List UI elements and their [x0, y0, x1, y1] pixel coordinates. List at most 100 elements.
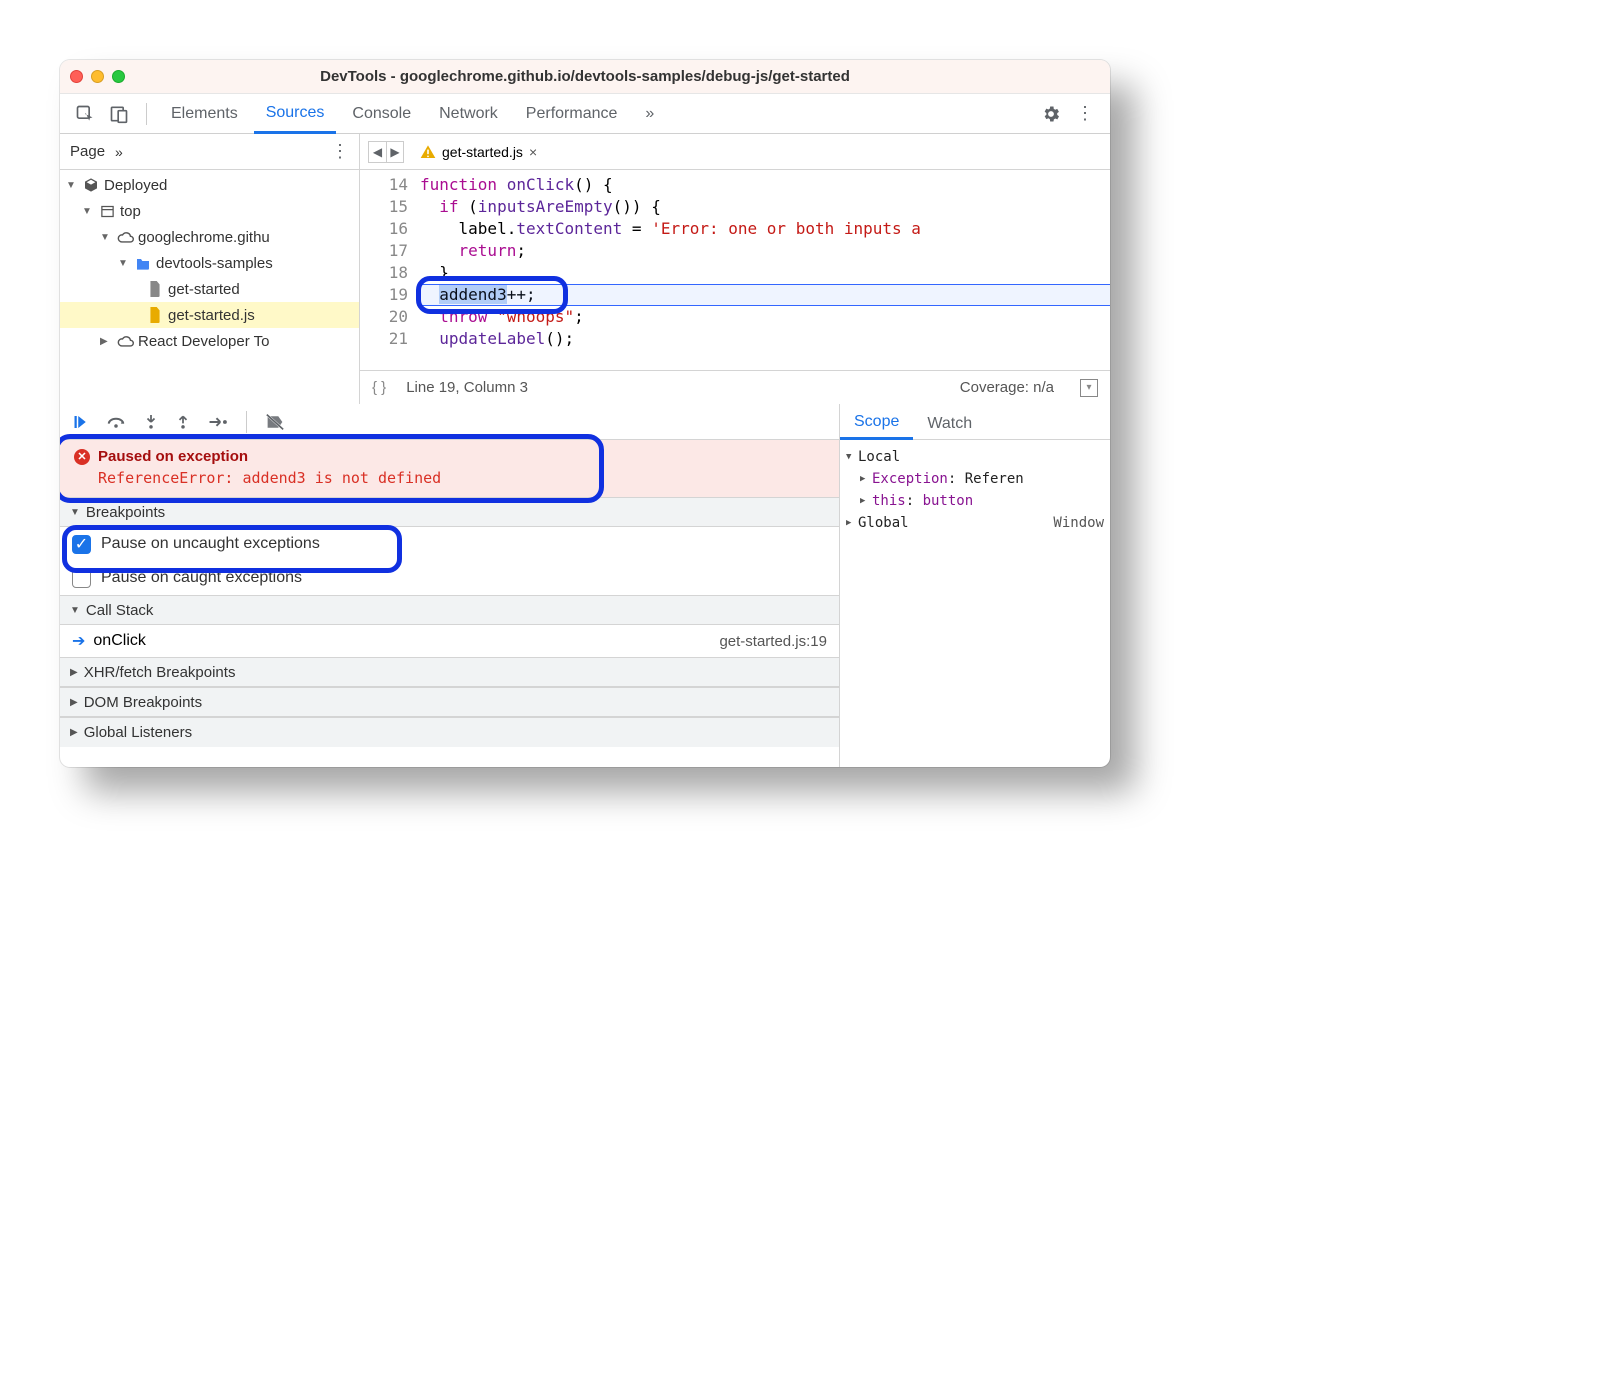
cursor-position-label: Line 19, Column 3	[406, 379, 528, 396]
coverage-toggle-icon[interactable]: ▾	[1080, 379, 1098, 397]
section-label: Global Listeners	[84, 724, 192, 741]
triangle-down-icon: ▼	[100, 232, 112, 243]
step-button[interactable]	[208, 415, 228, 429]
line-gutter: 14 15 16 17 18 19 20 21	[360, 170, 420, 370]
scope-tabs: Scope Watch	[840, 404, 1110, 440]
file-tab-label: get-started.js	[442, 144, 523, 160]
cube-icon	[82, 177, 100, 193]
navigator-more-icon[interactable]: ⋮	[331, 141, 349, 162]
tabs-overflow-button[interactable]: »	[633, 94, 666, 134]
section-call-stack[interactable]: ▼ Call Stack	[60, 595, 839, 625]
section-dom-breakpoints[interactable]: ▶ DOM Breakpoints	[60, 687, 839, 717]
device-toolbar-icon[interactable]	[104, 99, 134, 129]
tab-performance[interactable]: Performance	[514, 94, 630, 134]
line-number: 15	[360, 196, 408, 218]
section-xhr-breakpoints[interactable]: ▶ XHR/fetch Breakpoints	[60, 657, 839, 687]
triangle-down-icon: ▼	[82, 206, 94, 217]
triangle-right-icon: ▶	[70, 667, 78, 678]
tab-network[interactable]: Network	[427, 94, 510, 134]
section-global-listeners[interactable]: ▶ Global Listeners	[60, 717, 839, 747]
tree-node-file-js[interactable]: get-started.js	[60, 302, 359, 328]
triangle-right-icon: ▶	[70, 727, 78, 738]
more-options-icon[interactable]: ⋮	[1070, 99, 1100, 129]
nav-forward-button[interactable]: ▶	[386, 141, 404, 163]
tab-scope[interactable]: Scope	[840, 413, 913, 440]
scope-global-header[interactable]: ▶ Global Window	[846, 512, 1104, 534]
tree-label: devtools-samples	[156, 255, 273, 272]
tab-elements[interactable]: Elements	[159, 94, 250, 134]
document-icon	[146, 281, 164, 297]
tree-label: get-started	[168, 281, 240, 298]
close-tab-icon[interactable]: ×	[529, 144, 537, 160]
resume-button[interactable]	[70, 413, 88, 431]
editor-status-bar: { } Line 19, Column 3 Coverage: n/a ▾	[360, 370, 1110, 404]
scope-item-this[interactable]: ▶ this: button	[846, 490, 1104, 512]
triangle-down-icon: ▼	[70, 605, 80, 616]
folder-icon	[134, 256, 152, 270]
code-content[interactable]: function onClick() { if (inputsAreEmpty(…	[420, 170, 1110, 370]
tab-sources[interactable]: Sources	[254, 94, 337, 134]
inspect-element-icon[interactable]	[70, 99, 100, 129]
deactivate-breakpoints-button[interactable]	[265, 413, 285, 431]
tree-node-deployed[interactable]: ▼ Deployed	[60, 172, 359, 198]
section-label: DOM Breakpoints	[84, 694, 202, 711]
section-label: XHR/fetch Breakpoints	[84, 664, 236, 681]
tree-label: get-started.js	[168, 307, 255, 324]
stack-frame-name: onClick	[93, 632, 145, 650]
window-icon	[98, 204, 116, 219]
scope-item-exception[interactable]: ▶ Exception: Referen	[846, 468, 1104, 490]
tree-label: React Developer To	[138, 333, 269, 350]
tree-label: Deployed	[104, 177, 167, 194]
tree-node-origin[interactable]: ▼ googlechrome.githu	[60, 224, 359, 250]
scope-label: Local	[858, 449, 900, 465]
scope-watch-pane: Scope Watch ▼ Local ▶ Exception: Referen…	[840, 404, 1110, 767]
line-number: 21	[360, 328, 408, 350]
window-title: DevTools - googlechrome.github.io/devtoo…	[60, 68, 1110, 85]
main-toolbar: Elements Sources Console Network Perform…	[60, 94, 1110, 134]
file-tab-bar: ◀ ▶ get-started.js ×	[360, 134, 1110, 170]
nav-back-button[interactable]: ◀	[368, 141, 386, 163]
scope-value: button	[923, 493, 974, 509]
tree-node-top[interactable]: ▼ top	[60, 198, 359, 224]
line-number: 14	[360, 174, 408, 196]
triangle-right-icon: ▶	[100, 336, 112, 347]
checkbox-checked-icon[interactable]: ✓	[72, 535, 91, 554]
file-tab-get-started-js[interactable]: get-started.js ×	[410, 134, 547, 170]
navigator-sidebar: Page » ⋮ ▼ Deployed ▼ top ▼ goog	[60, 134, 360, 404]
triangle-right-icon: ▶	[860, 474, 872, 484]
pretty-print-icon[interactable]: { }	[372, 379, 386, 396]
cloud-icon	[116, 334, 134, 348]
warning-icon	[420, 144, 436, 160]
step-out-button[interactable]	[176, 413, 190, 431]
step-into-button[interactable]	[144, 413, 158, 431]
tab-watch[interactable]: Watch	[913, 415, 986, 439]
annotation-highlight-code	[416, 276, 568, 314]
triangle-down-icon: ▼	[70, 507, 80, 518]
scope-local-header[interactable]: ▼ Local	[846, 446, 1104, 468]
stack-frame-location[interactable]: get-started.js:19	[719, 633, 827, 650]
code-editor[interactable]: 14 15 16 17 18 19 20 21 function onClick…	[360, 170, 1110, 370]
tab-console[interactable]: Console	[340, 94, 423, 134]
navigator-mode-label[interactable]: Page	[70, 143, 105, 160]
pause-on-uncaught-checkbox-row[interactable]: ✓ Pause on uncaught exceptions	[60, 527, 839, 561]
call-stack-frame[interactable]: ➔ onClick get-started.js:19	[60, 625, 839, 657]
tree-node-folder[interactable]: ▼ devtools-samples	[60, 250, 359, 276]
navigator-overflow-button[interactable]: »	[115, 144, 123, 160]
line-number: 18	[360, 262, 408, 284]
line-number: 20	[360, 306, 408, 328]
titlebar: DevTools - googlechrome.github.io/devtoo…	[60, 60, 1110, 94]
section-label: Call Stack	[86, 602, 154, 619]
scope-key: Exception	[872, 471, 948, 487]
paused-on-exception-banner: ✕ Paused on exception ReferenceError: ad…	[60, 440, 839, 497]
settings-gear-icon[interactable]	[1036, 99, 1066, 129]
scope-value: Referen	[965, 471, 1024, 487]
tree-node-file-html[interactable]: get-started	[60, 276, 359, 302]
triangle-right-icon: ▶	[70, 697, 78, 708]
separator	[246, 411, 247, 433]
tree-node-react-devtools[interactable]: ▶ React Developer To	[60, 328, 359, 354]
annotation-highlight-banner	[60, 434, 604, 503]
cloud-icon	[116, 230, 134, 244]
step-over-button[interactable]	[106, 414, 126, 430]
separator	[146, 103, 147, 125]
script-icon	[146, 307, 164, 323]
